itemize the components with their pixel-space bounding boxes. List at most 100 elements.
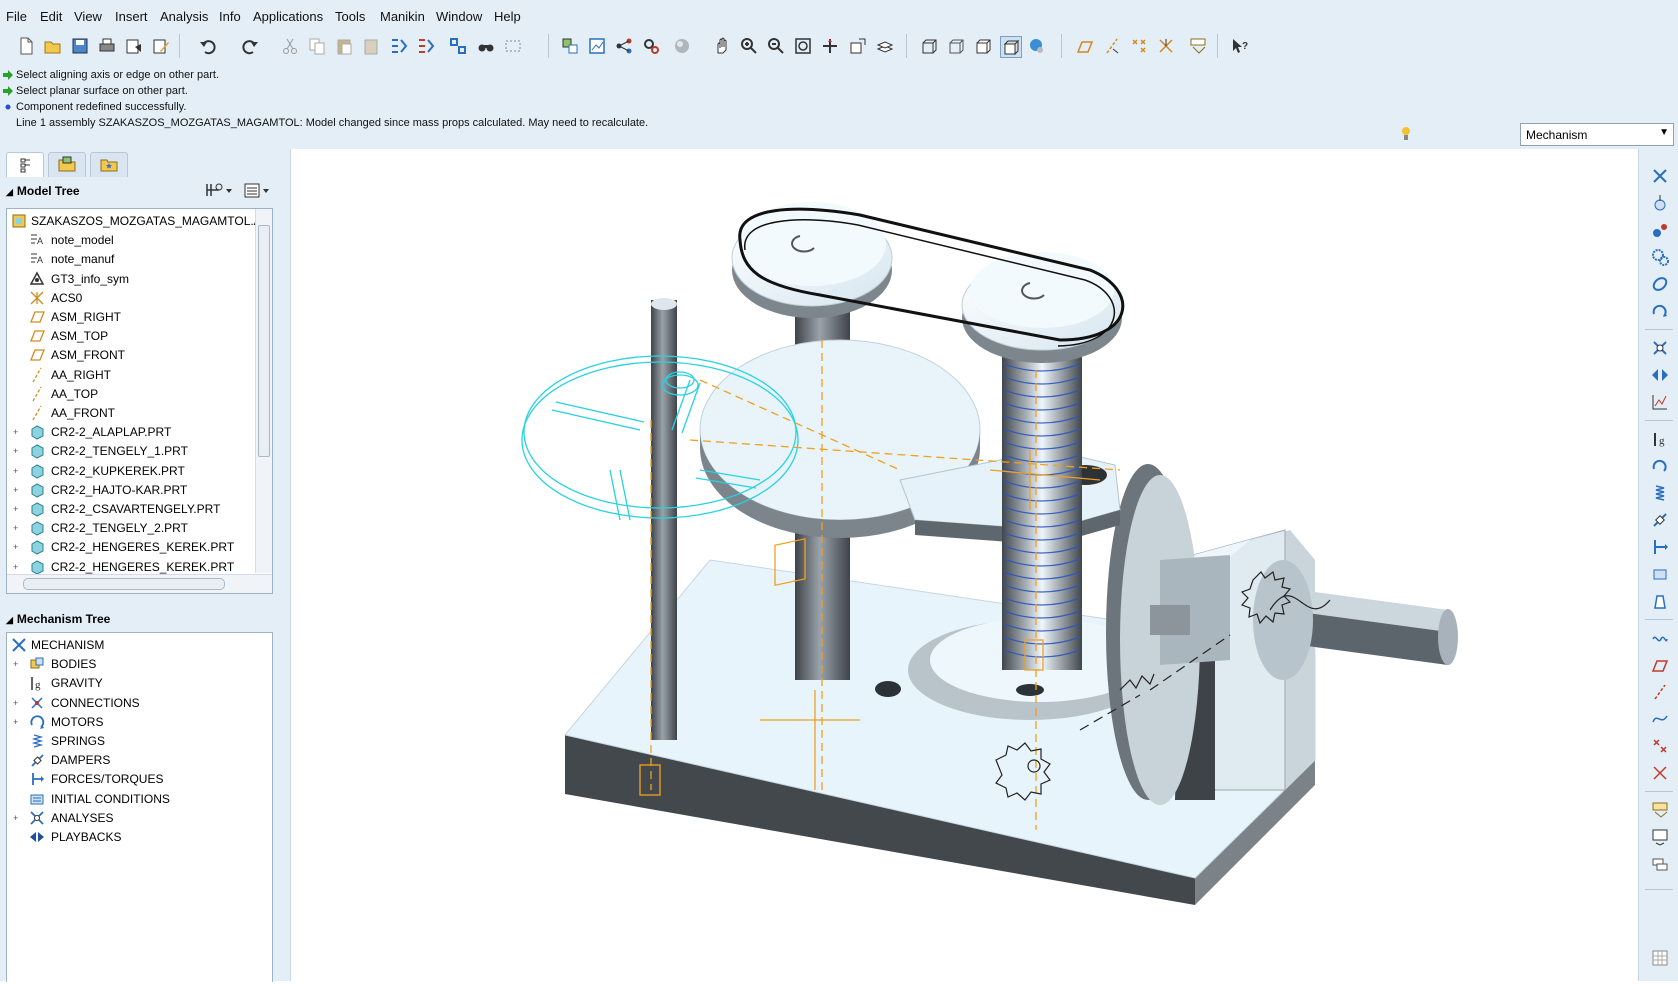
- menu-analysis[interactable]: Analysis: [160, 9, 208, 24]
- initial-condition-icon[interactable]: [1651, 565, 1669, 583]
- damper-icon[interactable]: [1651, 511, 1669, 529]
- model-tree-item[interactable]: + CR2-2_HENGERES_KEREK.PRT: [9, 537, 254, 557]
- redo-icon[interactable]: [240, 36, 260, 56]
- paste-special-icon[interactable]: [361, 36, 381, 56]
- menu-view[interactable]: View: [74, 9, 102, 24]
- belt-icon[interactable]: [1651, 275, 1669, 293]
- menu-file[interactable]: File: [6, 9, 27, 24]
- pan-hand-icon[interactable]: [712, 36, 732, 56]
- regen-manager-icon[interactable]: [416, 36, 436, 56]
- expand-plus-icon[interactable]: +: [13, 524, 21, 533]
- datum-display-icon[interactable]: [560, 36, 580, 56]
- hscroll-thumb[interactable]: [23, 578, 225, 590]
- mechanism-tree-item[interactable]: g GRAVITY: [9, 673, 254, 693]
- pulley-right[interactable]: [961, 252, 1123, 363]
- dimension-icon[interactable]: [1651, 828, 1669, 846]
- gravity-icon[interactable]: g: [1651, 430, 1669, 448]
- mechanism-tree-item[interactable]: INITIAL CONDITIONS: [9, 789, 254, 809]
- mechanism-tree-item[interactable]: FORCES/TORQUES: [9, 769, 254, 789]
- expand-plus-icon[interactable]: +: [13, 428, 21, 437]
- mass-properties-icon[interactable]: [1651, 592, 1669, 610]
- model-tree-item[interactable]: AA_RIGHT: [9, 365, 254, 385]
- new-file-icon[interactable]: [16, 36, 36, 56]
- graph-icon[interactable]: [587, 36, 607, 56]
- mechanism-tree-item[interactable]: + ANALYSES: [9, 808, 254, 828]
- enhanced-realism-icon[interactable]: [1027, 36, 1047, 56]
- model-tree-item[interactable]: Anote_model: [9, 230, 254, 250]
- expand-plus-icon[interactable]: +: [13, 562, 21, 571]
- select-box-icon[interactable]: [503, 36, 523, 56]
- menu-tools[interactable]: Tools: [335, 9, 365, 24]
- expand-plus-icon[interactable]: +: [13, 485, 21, 494]
- cam-icon[interactable]: [1651, 194, 1669, 212]
- model-tree-item[interactable]: + CR2-2_HAJTO-KAR.PRT: [9, 480, 254, 500]
- tree-columns-icon[interactable]: [243, 182, 273, 200]
- undo-icon[interactable]: [198, 36, 218, 56]
- menu-info[interactable]: Info: [219, 9, 241, 24]
- application-selector[interactable]: Mechanism ▼: [1520, 123, 1674, 146]
- shading-icon[interactable]: [1000, 36, 1022, 58]
- shaft-1[interactable]: [651, 298, 677, 740]
- mechanism-tree-header[interactable]: ◢ Mechanism Tree: [6, 612, 110, 626]
- menu-manikin[interactable]: Manikin: [380, 9, 425, 24]
- annotation-display-icon[interactable]: [1188, 36, 1208, 56]
- print-icon[interactable]: [97, 36, 117, 56]
- model-tree-vscrollbar[interactable]: [255, 209, 272, 573]
- expand-plus-icon[interactable]: +: [13, 543, 21, 552]
- context-help-icon[interactable]: ?: [1230, 36, 1250, 56]
- no-hidden-icon[interactable]: [973, 36, 993, 56]
- menu-window[interactable]: Window: [436, 9, 482, 24]
- slot-icon[interactable]: [1651, 221, 1669, 239]
- model-tree-item[interactable]: ASM_TOP: [9, 326, 254, 346]
- spring-icon[interactable]: [1651, 484, 1669, 502]
- reorient-icon[interactable]: [820, 36, 840, 56]
- mechanism-tree-item[interactable]: DAMPERS: [9, 750, 254, 770]
- send-mail-icon[interactable]: [124, 36, 144, 56]
- hidden-line-icon[interactable]: [946, 36, 966, 56]
- analysis-icon[interactable]: [1651, 339, 1669, 357]
- regenerate-icon[interactable]: [389, 36, 409, 56]
- menu-edit[interactable]: Edit: [40, 9, 62, 24]
- playback-icon[interactable]: [1651, 366, 1669, 384]
- model-tree-item[interactable]: + CR2-2_TENGELY_1.PRT: [9, 441, 254, 461]
- model-tree-item[interactable]: GT3_info_sym: [9, 269, 254, 289]
- expand-plus-icon[interactable]: +: [13, 813, 21, 822]
- lightbulb-icon[interactable]: [1398, 124, 1414, 144]
- servo-motor-icon[interactable]: [1651, 457, 1669, 475]
- grid-icon[interactable]: [1651, 949, 1669, 967]
- tab-favorites[interactable]: [90, 152, 128, 177]
- mechanism-tree-item[interactable]: PLAYBACKS: [9, 827, 254, 847]
- model-tree-hscrollbar[interactable]: [7, 574, 272, 593]
- expand-plus-icon[interactable]: +: [13, 698, 21, 707]
- model-tree-item[interactable]: AA_FRONT: [9, 403, 254, 423]
- paste-icon[interactable]: [334, 36, 354, 56]
- mechanism-tree-item[interactable]: + MOTORS: [9, 712, 254, 732]
- menu-help[interactable]: Help: [494, 9, 521, 24]
- model-tree-item[interactable]: AA_TOP: [9, 384, 254, 404]
- plane-display-icon[interactable]: [1075, 36, 1095, 56]
- model-tree-item[interactable]: ACS0: [9, 288, 254, 308]
- find-icon[interactable]: [476, 36, 496, 56]
- csys-icon[interactable]: [1651, 764, 1669, 782]
- csys-display-icon[interactable]: [1156, 36, 1176, 56]
- datum-plane-icon[interactable]: [1651, 656, 1669, 674]
- axis-display-icon[interactable]: [1102, 36, 1122, 56]
- saved-views-icon[interactable]: [848, 36, 868, 56]
- wireframe-icon[interactable]: [919, 36, 939, 56]
- edit-doc-icon[interactable]: [151, 36, 171, 56]
- layer-stack-icon[interactable]: [1651, 855, 1669, 873]
- trace-curve-icon[interactable]: [1651, 629, 1669, 647]
- graphics-window[interactable]: [291, 149, 1638, 981]
- sketch-curve-icon[interactable]: [1651, 710, 1669, 728]
- motor-icon[interactable]: [1651, 302, 1669, 320]
- model-tree-item[interactable]: + CR2-2_CSAVARTENGELY.PRT: [9, 499, 254, 519]
- datum-axis-icon[interactable]: [1651, 683, 1669, 701]
- measure-graph-icon[interactable]: [1651, 393, 1669, 411]
- expand-plus-icon[interactable]: +: [13, 466, 21, 475]
- screw-shaft[interactable]: [1002, 330, 1082, 670]
- tree-settings-icon[interactable]: [204, 182, 234, 200]
- datum-point-icon[interactable]: [1651, 737, 1669, 755]
- expand-plus-icon[interactable]: +: [13, 447, 21, 456]
- refit-icon[interactable]: [793, 36, 813, 56]
- model-tree-item[interactable]: + CR2-2_KUPKEREK.PRT: [9, 461, 254, 481]
